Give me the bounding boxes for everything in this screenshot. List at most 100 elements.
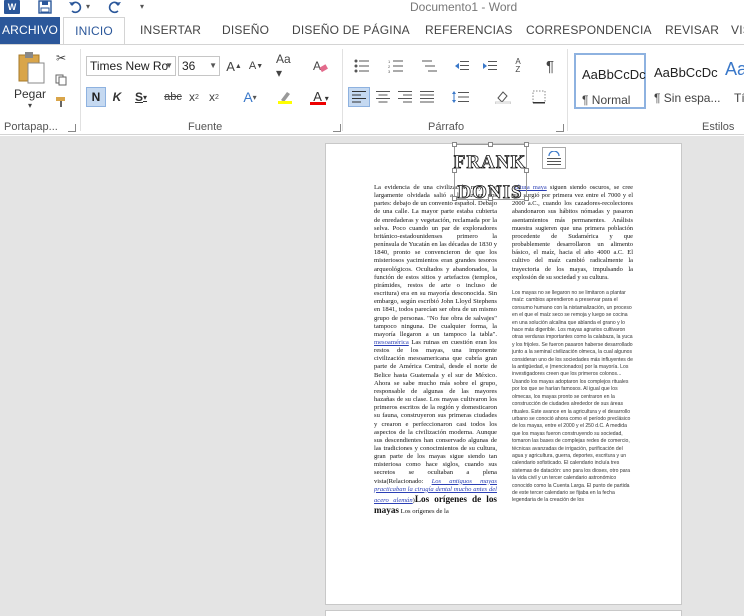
justify-button[interactable] bbox=[416, 87, 438, 107]
align-left-button[interactable] bbox=[348, 87, 370, 107]
font-size-dropdown[interactable]: 36 ▼ bbox=[178, 56, 220, 76]
clear-formatting-icon[interactable]: A bbox=[310, 56, 330, 76]
layout-options-icon bbox=[547, 151, 561, 165]
font-launcher-icon[interactable] bbox=[333, 124, 341, 132]
copy-icon[interactable] bbox=[54, 73, 68, 87]
borders-icon[interactable] bbox=[524, 87, 554, 107]
clipboard-icon bbox=[18, 52, 45, 84]
hyperlink[interactable]: mesoamérica bbox=[374, 339, 409, 346]
style-name: ¶ Sin espa... bbox=[654, 91, 721, 105]
font-group-label: Fuente bbox=[188, 121, 223, 133]
subscript-button[interactable]: x2 bbox=[186, 87, 202, 107]
ribbon: Pegar ▾ ✂ Portapap... Times New Ro ▼ 36 … bbox=[0, 44, 744, 135]
body-text: Los orígenes de la bbox=[399, 508, 449, 516]
cut-icon[interactable]: ✂ bbox=[54, 51, 68, 65]
multilevel-list-icon[interactable] bbox=[418, 56, 442, 76]
document-title: Documento1 - Word bbox=[410, 0, 518, 14]
wordart-line: DONIS bbox=[457, 182, 523, 204]
tab-referencias[interactable]: REFERENCIAS bbox=[425, 17, 513, 44]
decrease-indent-icon[interactable] bbox=[452, 56, 472, 76]
tab-archivo[interactable]: ARCHIVO bbox=[0, 17, 60, 44]
change-case-icon[interactable]: Aa ▾ bbox=[276, 52, 300, 80]
font-color-icon[interactable]: A ▾ bbox=[306, 87, 336, 107]
tab-correspondencia[interactable]: CORRESPONDENCIA bbox=[526, 17, 652, 44]
title-bar: W ▾ ▾ Documento1 - Word bbox=[0, 0, 744, 17]
resize-handle[interactable] bbox=[524, 142, 529, 147]
body-text: Las ruinas en cuestión eran los restos d… bbox=[374, 338, 497, 485]
tab-revisar[interactable]: REVISAR bbox=[665, 17, 719, 44]
word-app-icon[interactable]: W bbox=[4, 0, 20, 14]
paste-dropdown-icon: ▾ bbox=[27, 101, 32, 110]
wordart-line: FRANK bbox=[453, 152, 527, 174]
group-separator bbox=[342, 49, 343, 131]
document-workspace[interactable]: La evidencia de una civilización maya fu… bbox=[0, 136, 744, 616]
resize-handle[interactable] bbox=[452, 196, 457, 201]
strikethrough-button[interactable]: abc bbox=[162, 87, 184, 107]
show-formatting-marks-icon[interactable]: ¶ bbox=[540, 56, 560, 76]
tab-vista[interactable]: VIS bbox=[731, 17, 744, 44]
tab-diseno[interactable]: DISEÑO bbox=[222, 17, 269, 44]
italic-button[interactable]: K bbox=[108, 87, 126, 107]
resize-handle[interactable] bbox=[488, 142, 493, 147]
superscript-button[interactable]: x2 bbox=[206, 87, 222, 107]
bold-button[interactable]: N bbox=[86, 87, 106, 107]
font-name-value: Times New Ro bbox=[90, 59, 169, 73]
save-icon[interactable] bbox=[38, 0, 52, 15]
clipboard-group-label: Portapap... bbox=[4, 121, 58, 133]
resize-handle[interactable] bbox=[524, 196, 529, 201]
tab-inicio[interactable]: INICIO bbox=[63, 17, 125, 45]
left-column-text[interactable]: La evidencia de una civilización maya fu… bbox=[374, 184, 497, 516]
style-normal[interactable]: AaBbCcDc ¶ Normal bbox=[574, 53, 646, 109]
right-column-small-text[interactable]: Los mayas no se llegaron no se limitaron… bbox=[512, 290, 633, 505]
font-name-dropdown[interactable]: Times New Ro ▼ bbox=[86, 56, 176, 76]
resize-handle[interactable] bbox=[452, 142, 457, 147]
customize-qat-icon[interactable]: ▾ bbox=[140, 0, 148, 15]
redo-icon[interactable] bbox=[108, 0, 122, 15]
style-name: Tí bbox=[734, 91, 744, 105]
bullets-icon[interactable] bbox=[350, 56, 374, 76]
style-name: ¶ Normal bbox=[582, 93, 631, 107]
paragraph-launcher-icon[interactable] bbox=[556, 124, 564, 132]
resize-handle[interactable] bbox=[488, 196, 493, 201]
text-effects-icon[interactable]: A ▾ bbox=[238, 87, 262, 107]
layout-options-button[interactable] bbox=[542, 147, 566, 169]
line-spacing-icon[interactable] bbox=[446, 87, 476, 107]
tab-insertar[interactable]: INSERTAR bbox=[140, 17, 201, 44]
style-sample: Aa bbox=[725, 59, 744, 79]
undo-icon[interactable] bbox=[68, 0, 82, 15]
clipboard-launcher-icon[interactable] bbox=[68, 124, 76, 132]
align-center-button[interactable] bbox=[372, 87, 394, 107]
paste-label: Pegar bbox=[13, 87, 47, 101]
font-size-value: 36 bbox=[182, 59, 196, 73]
align-right-button[interactable] bbox=[394, 87, 416, 107]
ribbon-tabs: ARCHIVO INICIO INSERTAR DISEÑO DISEÑO DE… bbox=[0, 17, 744, 45]
style-no-spacing[interactable]: AaBbCcDc ¶ Sin espa... bbox=[648, 53, 722, 109]
svg-text:3: 3 bbox=[388, 69, 391, 73]
chevron-down-icon: ▼ bbox=[165, 61, 173, 70]
style-sample: AaBbCcDc bbox=[654, 65, 718, 80]
undo-dropdown-icon[interactable]: ▾ bbox=[86, 0, 94, 15]
underline-button[interactable]: S ▾ bbox=[130, 87, 152, 107]
style-title[interactable]: Aa Tí bbox=[722, 53, 744, 109]
group-separator bbox=[80, 49, 81, 131]
group-separator bbox=[567, 49, 568, 131]
paste-button[interactable]: Pegar ▾ bbox=[10, 51, 50, 111]
highlight-color-icon[interactable] bbox=[270, 87, 300, 107]
resize-handle[interactable] bbox=[524, 168, 529, 173]
document-page[interactable]: La evidencia de una civilización maya fu… bbox=[325, 142, 682, 605]
format-painter-icon[interactable] bbox=[54, 95, 68, 109]
increase-indent-icon[interactable] bbox=[480, 56, 500, 76]
chevron-down-icon: ▼ bbox=[209, 61, 217, 70]
next-page-edge bbox=[325, 610, 682, 616]
style-sample: AaBbCcDc bbox=[582, 67, 646, 82]
styles-group-label: Estilos bbox=[702, 121, 735, 133]
tab-diseno-de-pagina[interactable]: DISEÑO DE PÁGINA bbox=[292, 17, 410, 44]
resize-handle[interactable] bbox=[452, 168, 457, 173]
grow-font-icon[interactable]: A ▲ bbox=[226, 56, 242, 76]
paragraph-group-label: Párrafo bbox=[428, 121, 465, 133]
numbering-icon[interactable]: 123 bbox=[384, 56, 408, 76]
sort-icon[interactable]: AZ bbox=[508, 56, 528, 76]
shading-icon[interactable] bbox=[488, 87, 518, 107]
shrink-font-icon[interactable]: A ▼ bbox=[248, 56, 264, 76]
svg-text:A: A bbox=[313, 59, 321, 73]
